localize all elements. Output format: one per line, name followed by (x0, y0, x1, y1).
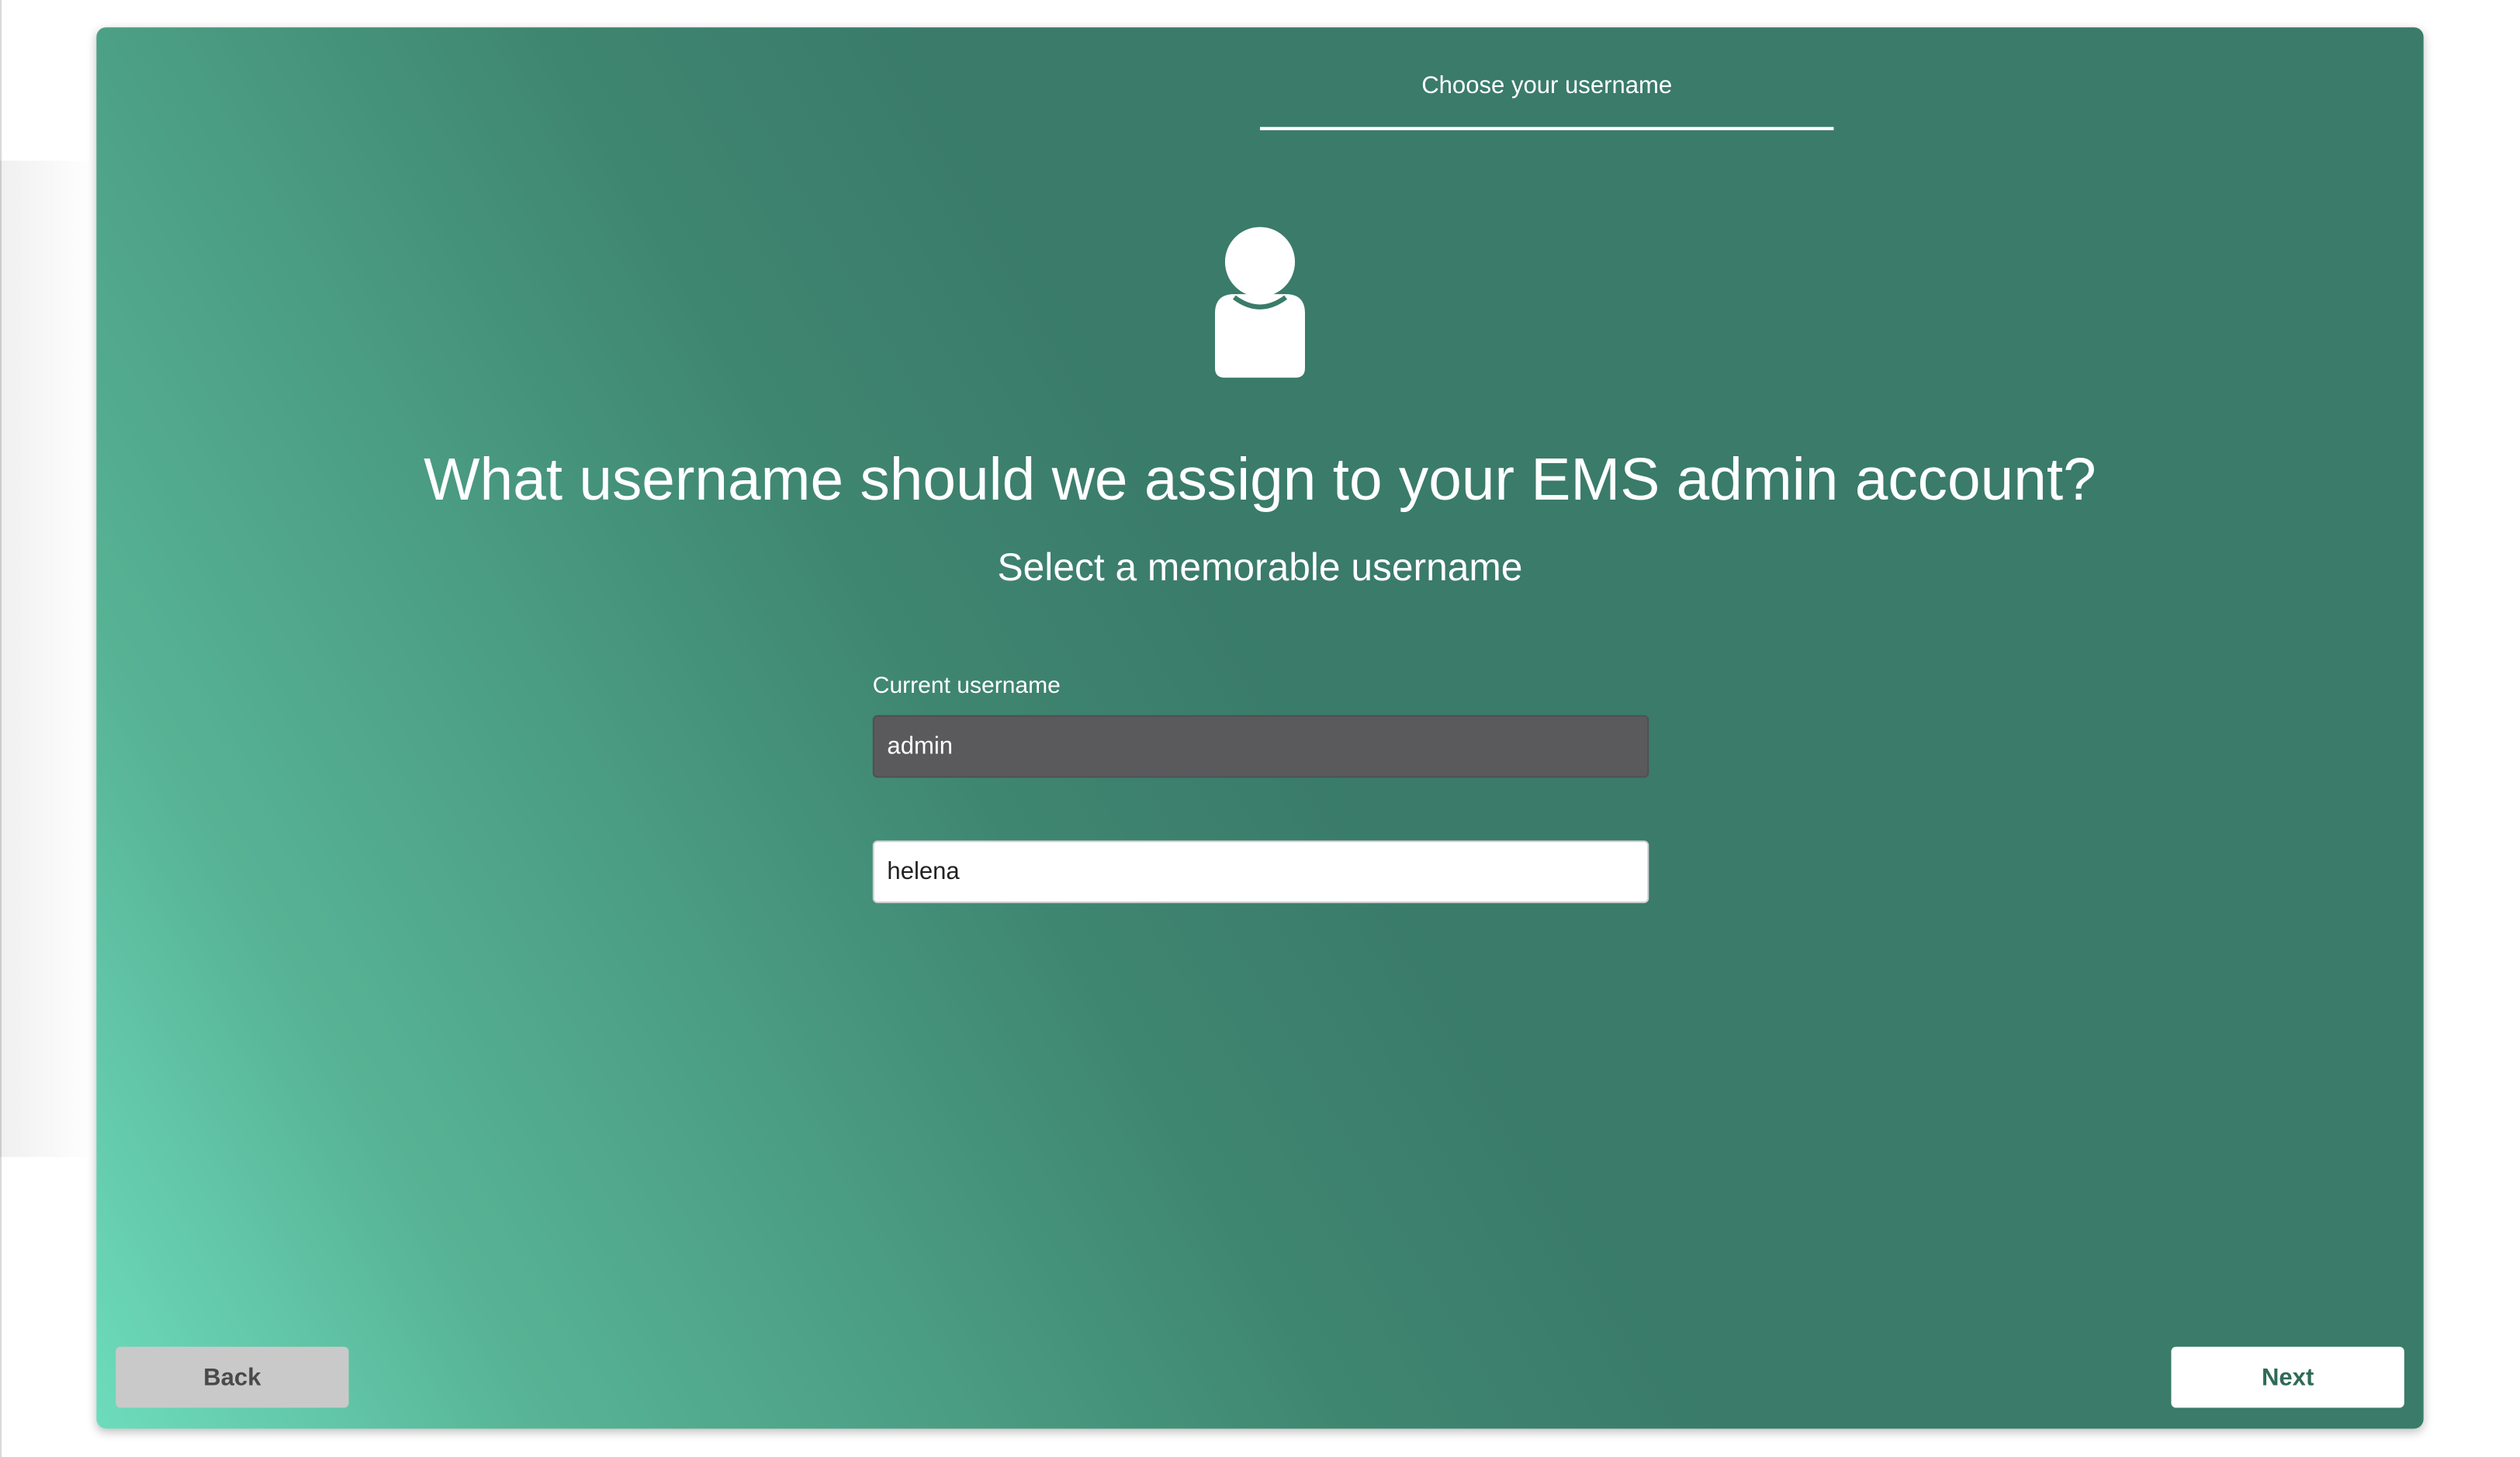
current-username-field (872, 715, 1649, 778)
step-tab-choose-username: Choose your username (1421, 72, 1673, 100)
step-tab-underline (1259, 126, 1834, 130)
next-button[interactable]: Next (2171, 1346, 2404, 1408)
page-subheadline: Select a memorable username (997, 546, 1523, 590)
new-username-input[interactable] (872, 840, 1649, 904)
user-icon (1214, 223, 1305, 378)
back-button[interactable]: Back (116, 1346, 349, 1408)
window-shadow (0, 161, 97, 1158)
page-headline: What username should we assign to your E… (424, 446, 2096, 513)
current-username-label: Current username (872, 673, 1061, 700)
page: Choose your username What username shoul… (0, 0, 2520, 1457)
setup-wizard-card: Choose your username What username shoul… (96, 27, 2424, 1429)
